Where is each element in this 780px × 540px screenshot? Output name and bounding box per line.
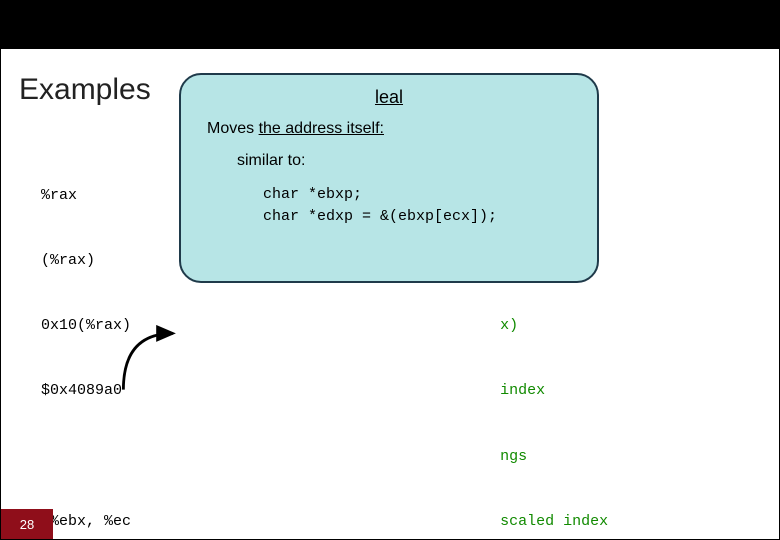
code-l6-left: (%ebx, %ec [41, 513, 131, 530]
code-line-6: (%ebx, %ec scaled index [41, 511, 759, 533]
callout-code-1: char *ebxp; [263, 184, 581, 206]
callout-moves: Moves the address itself: [207, 120, 581, 138]
code-l3-right: x) [500, 317, 518, 334]
code-line-3: 0x10(%rax) x) [41, 315, 759, 337]
code-l5-right: ngs [500, 448, 527, 465]
callout-code: char *ebxp; char *edxp = &(ebxp[ecx]); [263, 184, 581, 228]
callout-title: leal [197, 87, 581, 108]
callout-code-2: char *edxp = &(ebxp[ecx]); [263, 206, 581, 228]
code-l1-left: %rax [41, 187, 77, 204]
code-l4-left: $0x4089a0 [41, 382, 122, 399]
callout-moves-underline: the address itself: [259, 120, 384, 137]
top-black-bar [1, 1, 779, 49]
callout-similar: similar to: [237, 152, 581, 170]
code-l6-right: scaled index [500, 513, 608, 530]
slide-title: Examples [19, 73, 151, 107]
code-l3-left: 0x10(%rax) [41, 317, 131, 334]
code-l4-right: index [500, 382, 545, 399]
code-line-5: ngs [41, 446, 759, 468]
callout-moves-prefix: Moves [207, 120, 259, 137]
callout-box: leal Moves the address itself: similar t… [179, 73, 599, 283]
slide: Examples %rax ax is data (%rax) to by ra… [0, 0, 780, 540]
code-line-4: $0x4089a0 index [41, 380, 759, 402]
page-number: 28 [1, 509, 53, 539]
code-l2-left: (%rax) [41, 252, 95, 269]
